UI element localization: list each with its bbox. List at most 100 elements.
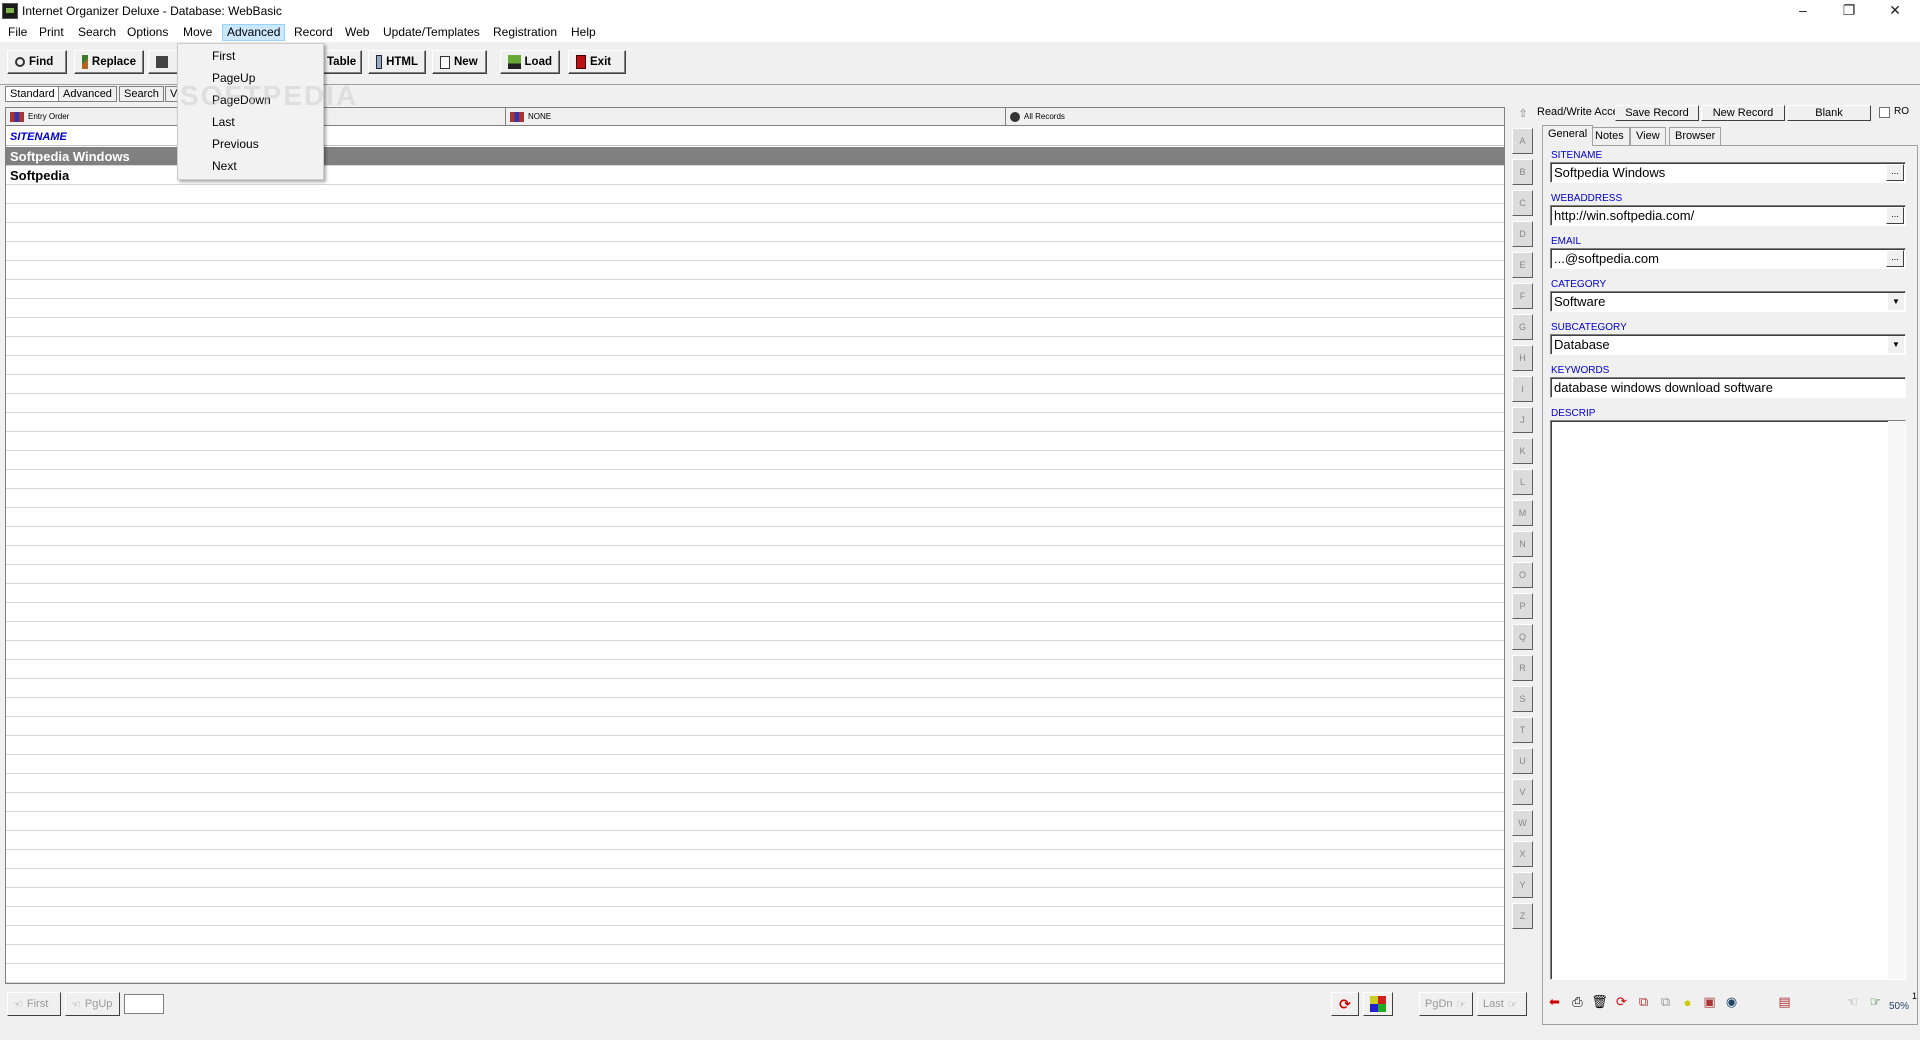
alpha-index-e[interactable]: E [1512,252,1533,278]
lightbulb-icon[interactable]: ● [1677,991,1698,1013]
tab-advanced[interactable]: Advanced [58,86,117,102]
last-button[interactable]: Last ☞ [1477,992,1527,1016]
tab-browser[interactable]: Browser [1669,127,1722,146]
scroll-up-arrow-icon[interactable]: ⇧ [1514,107,1532,121]
menu-item-next[interactable]: Next [180,156,321,177]
webaddress-field[interactable]: http://win.softpedia.com/ ... [1550,205,1906,226]
find-button[interactable]: Find [7,50,67,74]
new-button[interactable]: New [432,50,487,74]
menu-print[interactable]: Print [34,24,69,41]
alpha-index-q[interactable]: Q [1512,624,1533,650]
people-icon [510,111,524,122]
paste-icon[interactable]: ⧉ [1655,991,1676,1013]
tools-button[interactable] [148,50,180,74]
subcategory-select[interactable]: Database ▼ [1550,334,1906,355]
menu-options[interactable]: Options [122,24,173,41]
app-icon[interactable] [2,3,18,19]
tab-standard[interactable]: Standard [5,86,60,102]
menu-update-templates[interactable]: Update/Templates [378,24,485,41]
alpha-index-d[interactable]: D [1512,221,1533,247]
alpha-index-k[interactable]: K [1512,438,1533,464]
save-record-button[interactable]: Save Record [1615,105,1699,121]
column-header-records[interactable]: All Records [1006,108,1504,125]
alpha-index-h[interactable]: H [1512,345,1533,371]
alpha-index-o[interactable]: O [1512,562,1533,588]
menu-web[interactable]: Web [340,24,374,41]
prev-arrow-icon[interactable]: ☜ [1842,991,1863,1013]
alpha-index-w[interactable]: W [1512,810,1533,836]
ro-checkbox[interactable] [1879,107,1890,118]
menu-file[interactable]: File [3,24,32,41]
alpha-index-a[interactable]: A [1512,128,1533,154]
tab-search[interactable]: Search [119,86,164,102]
menu-advanced[interactable]: Advanced [222,24,286,41]
alpha-index-t[interactable]: T [1512,717,1533,743]
table-button[interactable]: Table [322,50,362,74]
alpha-index-s[interactable]: S [1512,686,1533,712]
menu-record[interactable]: Record [289,24,338,41]
record-number-input[interactable] [124,994,164,1014]
back-arrow-icon[interactable]: ⬅ [1544,991,1565,1013]
alpha-index-y[interactable]: Y [1512,872,1533,898]
pgup-button[interactable]: ☜ PgUp [65,992,120,1016]
minimize-button[interactable]: – [1780,0,1826,22]
alpha-index-c[interactable]: C [1512,190,1533,216]
blank-button[interactable]: Blank [1787,105,1871,121]
next-arrow-icon[interactable]: ☞ [1865,991,1886,1013]
menu-help[interactable]: Help [566,24,601,41]
globe-icon[interactable]: ◉ [1721,991,1742,1013]
alpha-index-f[interactable]: F [1512,283,1533,309]
first-button[interactable]: ☜ First [7,992,61,1016]
tab-view[interactable]: View [1630,127,1666,146]
tab-general[interactable]: General [1542,125,1594,146]
menu-registration[interactable]: Registration [488,24,562,41]
pgdn-button[interactable]: PgDn ☞ [1419,992,1473,1016]
grid-view-button[interactable] [1363,992,1393,1016]
trash-icon[interactable]: 🗑 [1589,991,1610,1013]
alpha-index-n[interactable]: N [1512,531,1533,557]
menu-item-last[interactable]: Last [180,112,321,133]
category-select[interactable]: Software ▼ [1550,291,1906,312]
chevron-down-icon[interactable]: ▼ [1888,293,1904,310]
alpha-index-z[interactable]: Z [1512,903,1533,929]
menu-move[interactable]: Move [178,24,217,41]
template-icon[interactable]: ▤ [1774,991,1795,1013]
tab-notes[interactable]: Notes [1589,127,1630,146]
load-button[interactable]: Load [500,50,560,74]
ellipsis-button[interactable]: ... [1886,250,1904,267]
sitename-field[interactable]: Softpedia Windows ... [1550,162,1906,183]
restore-button[interactable]: ❐ [1826,0,1872,22]
refresh-icon[interactable]: ⟳ [1611,991,1632,1013]
alpha-index-p[interactable]: P [1512,593,1533,619]
alpha-index-j[interactable]: J [1512,407,1533,433]
descrip-textarea[interactable] [1550,420,1906,980]
keywords-field[interactable]: database windows download software [1550,377,1906,398]
html-button[interactable]: HTML [368,50,426,74]
replace-button[interactable]: Replace [74,50,144,74]
new-record-button[interactable]: New Record [1701,105,1785,121]
ellipsis-button[interactable]: ... [1886,207,1904,224]
print-icon[interactable]: ⎙ [1567,991,1588,1013]
alpha-index-x[interactable]: X [1512,841,1533,867]
move-icon[interactable]: ▣ [1699,991,1720,1013]
alpha-index-i[interactable]: I [1512,376,1533,402]
email-field[interactable]: ...@softpedia.com ... [1550,248,1906,269]
exit-button[interactable]: Exit [568,50,626,74]
ellipsis-button[interactable]: ... [1886,164,1904,181]
alpha-index-l[interactable]: L [1512,469,1533,495]
alpha-index-v[interactable]: V [1512,779,1533,805]
alpha-index-m[interactable]: M [1512,500,1533,526]
alpha-index-r[interactable]: R [1512,655,1533,681]
refresh-button[interactable]: ⟳ [1331,992,1359,1016]
menu-item-previous[interactable]: Previous [180,134,321,155]
close-button[interactable]: ✕ [1872,0,1918,22]
chevron-down-icon[interactable]: ▼ [1888,336,1904,353]
menu-search[interactable]: Search [73,24,121,41]
alpha-index-u[interactable]: U [1512,748,1533,774]
scrollbar[interactable] [1888,421,1905,979]
menu-item-first[interactable]: First [180,46,321,67]
column-header-filter[interactable]: NONE [506,108,1006,125]
alpha-index-g[interactable]: G [1512,314,1533,340]
alpha-index-b[interactable]: B [1512,159,1533,185]
copy-icon[interactable]: ⧉ [1633,991,1654,1013]
